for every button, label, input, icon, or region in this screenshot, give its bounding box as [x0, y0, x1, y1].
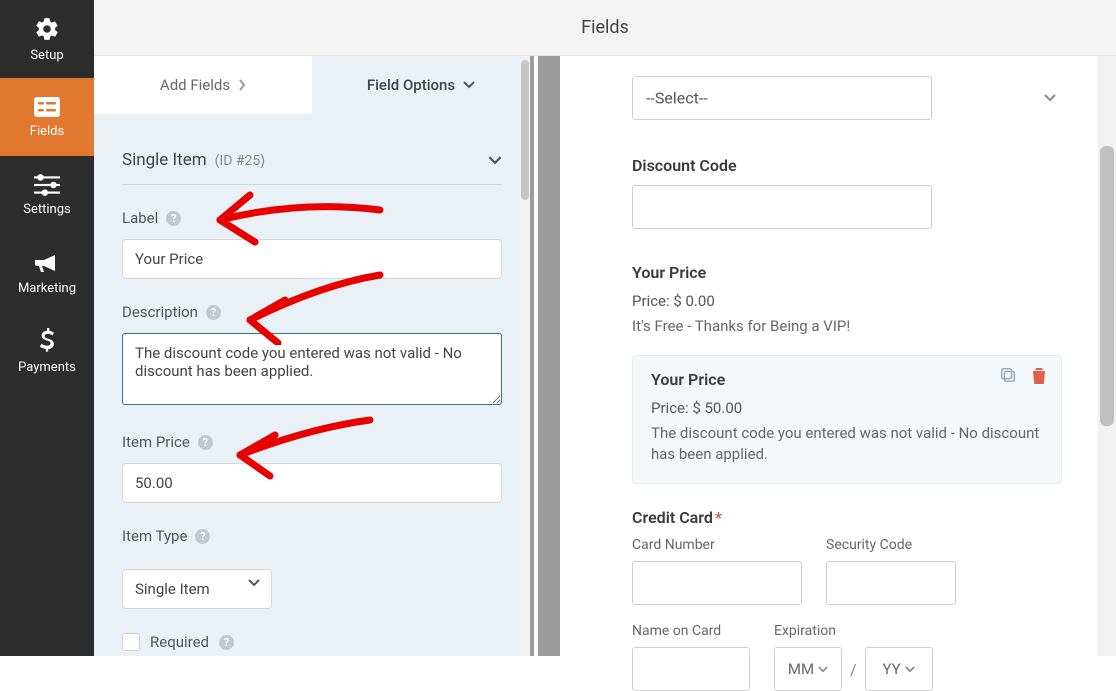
tab-add-fields[interactable]: Add Fields: [94, 56, 312, 114]
preview-scrollbar[interactable]: [1098, 56, 1116, 656]
card-number-input[interactable]: [632, 561, 802, 605]
gear-icon: [34, 16, 60, 42]
required-row: Required ?: [122, 633, 502, 651]
preview-discount-block: Discount Code: [632, 156, 1070, 229]
preview-price1-block: Your Price Price: $ 0.00 It's Free - Tha…: [632, 263, 1070, 337]
sidebar-item-label: Fields: [30, 124, 64, 139]
year-select[interactable]: YY: [865, 647, 933, 691]
duplicate-icon[interactable]: [999, 366, 1017, 384]
help-icon[interactable]: ?: [206, 305, 221, 320]
section-subtitle: (ID #25): [215, 153, 266, 169]
required-label: Required: [150, 633, 209, 651]
help-icon[interactable]: ?: [198, 435, 213, 450]
your-price-label: Your Price: [632, 263, 1070, 282]
price-desc: It's Free - Thanks for Being a VIP!: [632, 316, 1070, 337]
credit-card-title-text: Credit Card: [632, 508, 713, 527]
month-value: MM: [788, 660, 814, 678]
sidebar-item-label: Settings: [23, 202, 70, 217]
your-price-label: Your Price: [651, 370, 1043, 389]
discount-code-label: Discount Code: [632, 156, 1070, 175]
preview-price2-card[interactable]: Your Price Price: $ 50.00 The discount c…: [632, 355, 1062, 484]
list-icon: [33, 96, 61, 118]
security-code-label: Security Code: [826, 537, 956, 553]
price-desc: The discount code you entered was not va…: [651, 423, 1043, 465]
tab-field-options[interactable]: Field Options: [312, 56, 530, 114]
sidebar-item-payments[interactable]: Payments: [0, 312, 94, 390]
help-icon[interactable]: ?: [219, 635, 234, 650]
price-line: Price: $ 50.00: [651, 399, 1043, 417]
section-title: Single Item: [122, 150, 207, 170]
form-label-text: Item Price: [122, 433, 190, 451]
scrollbar-thumb[interactable]: [1100, 146, 1114, 426]
label-input[interactable]: [122, 239, 502, 279]
section-header[interactable]: Single Item (ID #25): [122, 134, 502, 185]
security-code-input[interactable]: [826, 561, 956, 605]
options-panel: Add Fields Field Options Single Item (ID…: [94, 56, 534, 656]
sidebar-item-label: Payments: [18, 360, 76, 375]
preview-select[interactable]: --Select--: [632, 76, 1070, 120]
item-price-input[interactable]: [122, 463, 502, 503]
required-checkbox[interactable]: [122, 633, 140, 651]
sliders-icon: [34, 174, 60, 196]
sidebar-item-setup[interactable]: Setup: [0, 0, 94, 78]
page-title: Fields: [581, 17, 629, 38]
panel-scrollbar[interactable]: [520, 56, 530, 656]
name-on-card-input[interactable]: [632, 647, 750, 691]
sidebar-item-label: Marketing: [18, 281, 76, 296]
sidebar-item-marketing[interactable]: Marketing: [0, 234, 94, 312]
chevron-down-icon: [463, 81, 475, 89]
discount-code-input[interactable]: [632, 185, 932, 229]
admin-sidebar: Setup Fields Settings Marketing Payments: [0, 0, 94, 656]
chevron-down-icon: [488, 156, 502, 165]
month-select[interactable]: MM: [774, 647, 842, 691]
card-number-label: Card Number: [632, 537, 802, 553]
panel-body: Single Item (ID #25) Label ? Description…: [94, 114, 530, 651]
item-type-select[interactable]: Single Item: [122, 569, 272, 609]
expiration-separator: /: [850, 660, 857, 679]
dollar-icon: [39, 328, 55, 354]
scrollbar-thumb[interactable]: [521, 60, 529, 200]
sidebar-item-settings[interactable]: Settings: [0, 156, 94, 234]
required-star-icon: *: [715, 508, 722, 527]
name-on-card-label: Name on Card: [632, 623, 750, 639]
year-value: YY: [883, 660, 901, 678]
topbar: Fields: [94, 0, 1116, 56]
form-label-text: Description: [122, 303, 198, 321]
credit-card-title: Credit Card*: [632, 508, 1070, 527]
help-icon[interactable]: ?: [195, 529, 210, 544]
description-textarea[interactable]: The discount code you entered was not va…: [122, 333, 502, 405]
field-type-row: Item Type ? Single Item: [122, 527, 502, 609]
sidebar-item-fields[interactable]: Fields: [0, 78, 94, 156]
panel-tabs: Add Fields Field Options: [94, 56, 530, 114]
price-line: Price: $ 0.00: [632, 292, 1070, 310]
trash-icon[interactable]: [1031, 366, 1049, 384]
preview-select-block: --Select--: [632, 76, 1070, 120]
select-placeholder: --Select--: [646, 89, 708, 108]
credit-card-block: Credit Card* Card Number Security Code N…: [632, 508, 1070, 691]
chevron-down-icon: [1044, 94, 1056, 102]
form-label-text: Label: [122, 209, 158, 227]
help-icon[interactable]: ?: [166, 211, 181, 226]
expiration-label: Expiration: [774, 623, 933, 639]
tab-label: Field Options: [367, 76, 455, 94]
field-price-row: Item Price ?: [122, 433, 502, 503]
form-preview: --Select-- Discount Code Your Price Pric…: [538, 56, 1116, 656]
tab-label: Add Fields: [160, 76, 230, 94]
field-label-row: Label ?: [122, 209, 502, 279]
chevron-right-icon: [238, 79, 246, 91]
bullhorn-icon: [33, 251, 61, 275]
field-description-row: Description ? The discount code you ente…: [122, 303, 502, 409]
form-label-text: Item Type: [122, 527, 187, 545]
sidebar-item-label: Setup: [30, 48, 63, 63]
